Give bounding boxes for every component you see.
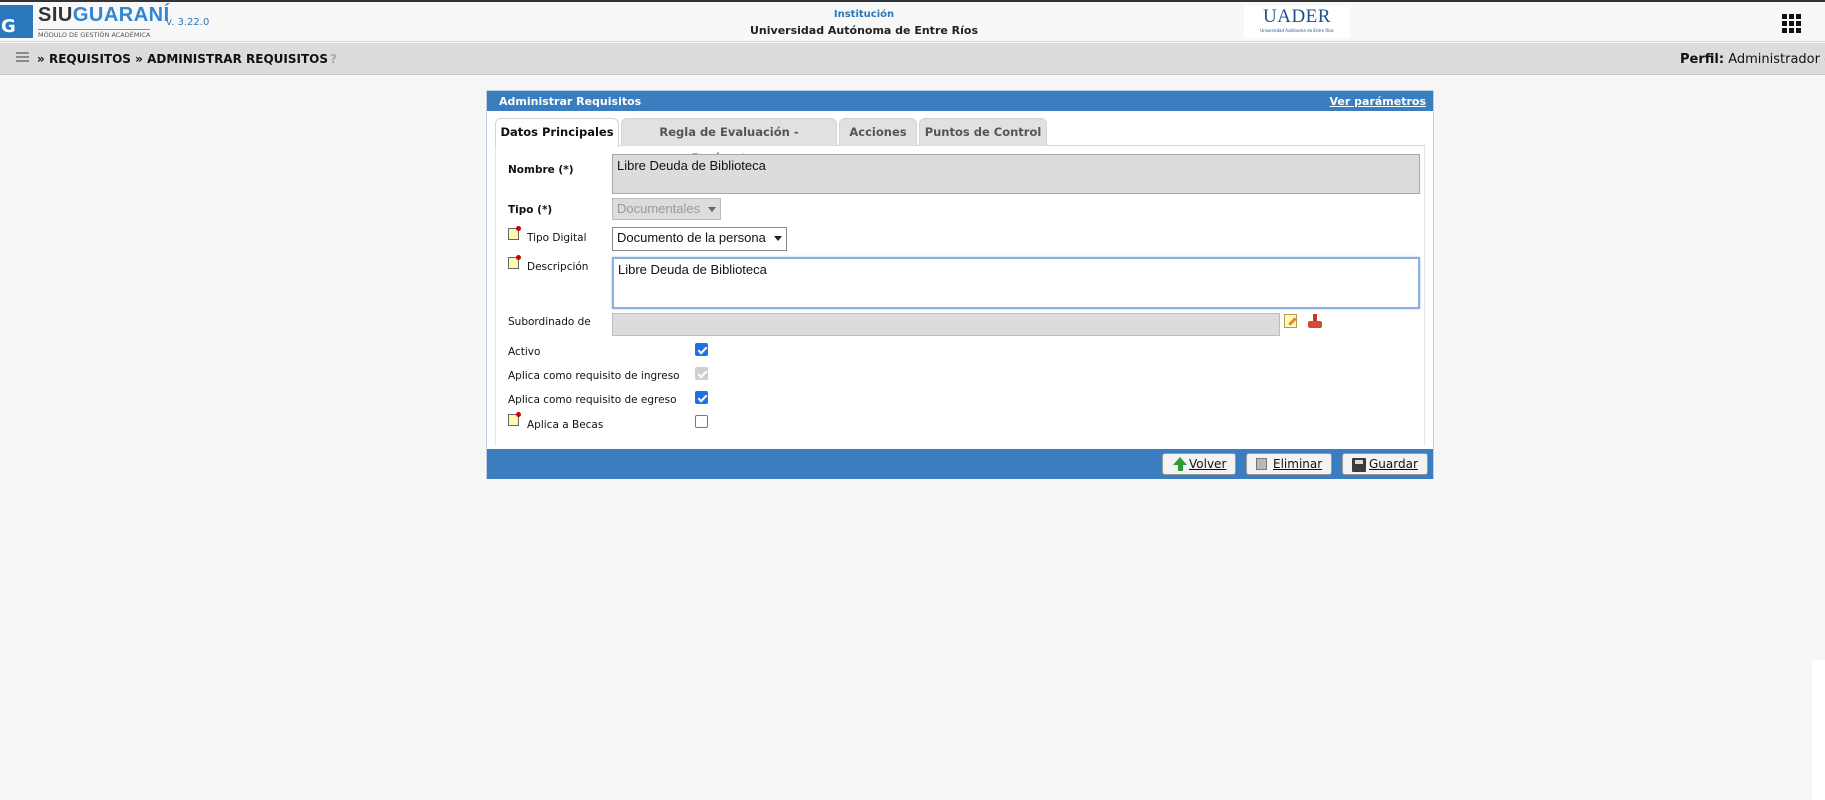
- uader-logo: UADER Universidad Autónoma de Entre Ríos: [1244, 6, 1350, 38]
- subordinado-field: [612, 313, 1280, 336]
- breadcrumb: » REQUISITOS » ADMINISTRAR REQUISITOS?: [37, 52, 341, 66]
- guardar-button[interactable]: Guardar: [1342, 453, 1428, 475]
- tipo-label: Tipo (*): [508, 204, 553, 216]
- tab-bar: Datos Principales Regla de Evaluación - …: [495, 118, 1425, 165]
- note-icon: [508, 226, 521, 240]
- descripcion-field[interactable]: Libre Deuda de Biblioteca: [612, 257, 1420, 309]
- tab-acciones[interactable]: Acciones: [839, 118, 917, 146]
- activo-label: Activo: [508, 346, 541, 358]
- apps-grid-icon[interactable]: [1782, 14, 1801, 33]
- eliminar-button[interactable]: Eliminar: [1246, 453, 1333, 475]
- tipo-digital-select[interactable]: Documento de la persona: [612, 227, 787, 251]
- panel-title: Administrar Requisitos: [499, 95, 642, 108]
- siu-guarani-logo: SIUGUARANÍ: [38, 4, 170, 26]
- administrar-requisitos-panel: Administrar Requisitos Ver parámetros Da…: [486, 90, 1434, 479]
- page-edge: [1812, 660, 1825, 800]
- perfil: Perfil: Administrador de: [1680, 52, 1825, 67]
- nombre-label: Nombre (*): [508, 164, 574, 176]
- descripcion-label: Descripción: [527, 261, 589, 273]
- form-datos-principales: Nombre (*) Libre Deuda de Biblioteca Tip…: [495, 146, 1425, 446]
- tipo-select: Documentales: [612, 198, 722, 220]
- activo-checkbox[interactable]: [695, 343, 708, 356]
- becas-label: Aplica a Becas: [527, 419, 604, 431]
- institution-label: Institución: [833, 9, 895, 20]
- breadcrumb-requisitos[interactable]: REQUISITOS: [49, 52, 131, 66]
- app-version: v. 3.22.0: [166, 17, 210, 28]
- tab-puntos-de-control[interactable]: Puntos de Control: [919, 118, 1047, 146]
- siu-logo-icon: G: [0, 5, 33, 38]
- chevron-down-icon: [773, 236, 782, 242]
- subordinado-label: Subordinado de: [508, 316, 591, 328]
- volver-button[interactable]: Volver: [1162, 453, 1237, 475]
- logo-subtitle: MÓDULO DE GESTIÓN ACADÉMICA: [38, 29, 151, 39]
- ingreso-checkbox: [695, 367, 708, 380]
- note-icon: [508, 412, 521, 426]
- institution-name: Universidad Autónoma de Entre Ríos: [750, 24, 978, 37]
- save-icon: [1352, 458, 1366, 472]
- ingreso-label: Aplica como requisito de ingreso: [508, 370, 680, 382]
- panel-header: Administrar Requisitos Ver parámetros: [487, 91, 1433, 111]
- note-icon: [508, 255, 521, 269]
- chevron-down-icon: [708, 207, 717, 213]
- back-arrow-icon: [1173, 457, 1187, 471]
- menu-list-icon[interactable]: [16, 52, 29, 64]
- panel-footer: Volver Eliminar Guardar: [487, 449, 1433, 479]
- erase-icon[interactable]: [1308, 314, 1322, 329]
- nombre-field[interactable]: Libre Deuda de Biblioteca: [612, 154, 1420, 194]
- institution-block: Institución Universidad Autónoma de Entr…: [700, 9, 1028, 37]
- perfil-label: Perfil:: [1680, 52, 1725, 67]
- ver-parametros-link[interactable]: Ver parámetros: [1330, 95, 1426, 108]
- egreso-checkbox[interactable]: [695, 391, 708, 404]
- top-header: G SIUGUARANÍ MÓDULO DE GESTIÓN ACADÉMICA…: [0, 0, 1825, 42]
- uader-logo-subtitle: Universidad Autónoma de Entre Ríos: [1260, 28, 1334, 33]
- edit-icon[interactable]: [1284, 314, 1297, 328]
- help-icon[interactable]: ?: [330, 52, 341, 66]
- breadcrumb-bar: » REQUISITOS » ADMINISTRAR REQUISITOS? P…: [0, 43, 1825, 75]
- becas-checkbox[interactable]: [695, 415, 708, 428]
- breadcrumb-administrar-requisitos: ADMINISTRAR REQUISITOS: [147, 52, 328, 66]
- uader-logo-text: UADER: [1263, 6, 1331, 27]
- trash-icon: [1256, 458, 1267, 470]
- tab-regla-evaluacion[interactable]: Regla de Evaluación - Parámetros: [621, 118, 837, 165]
- perfil-value[interactable]: Administrador: [1728, 52, 1820, 67]
- tipo-digital-label: Tipo Digital: [527, 232, 587, 244]
- tab-datos-principales[interactable]: Datos Principales: [495, 118, 619, 147]
- egreso-label: Aplica como requisito de egreso: [508, 394, 677, 406]
